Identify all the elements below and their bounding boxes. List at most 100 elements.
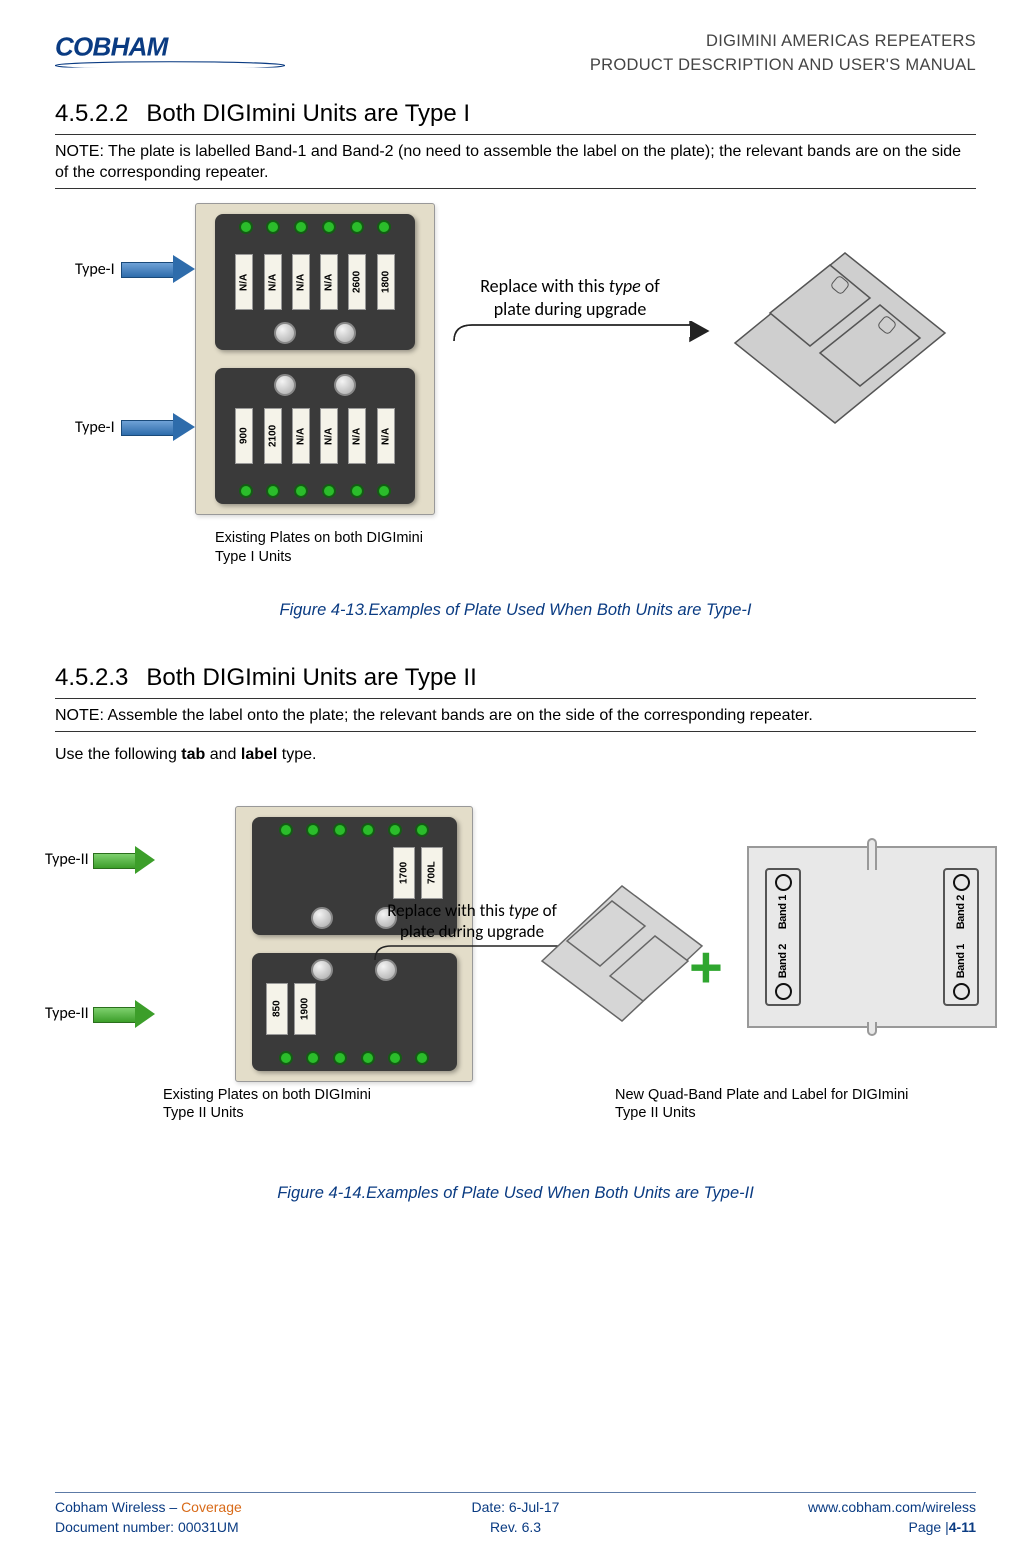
led-green-icon xyxy=(361,823,375,837)
screw-icon xyxy=(274,374,296,396)
figure-caption-1: Figure 4-13.Examples of Plate Used When … xyxy=(55,601,976,620)
slot-text: Band 1 xyxy=(955,944,967,978)
diagram-type-i: Type-I Type-I N/A N/A N/A N/A 2600 1800 xyxy=(55,203,976,583)
slot-hole-icon xyxy=(775,874,792,891)
footer-left-1: Cobham Wireless – Coverage xyxy=(55,1499,362,1515)
cobham-logo: COBHAM xyxy=(55,30,285,68)
divider xyxy=(55,731,976,732)
arrow-right-icon xyxy=(121,257,199,281)
slot-hole-icon xyxy=(953,874,970,891)
type-ii-label-top: Type-II xyxy=(45,848,159,872)
led-green-icon xyxy=(322,220,336,234)
chip-bottom-type-i: 900 2100 N/A N/A N/A N/A xyxy=(215,368,415,504)
label-slot-right: Band 2 Band 1 xyxy=(943,868,979,1006)
led-green-icon xyxy=(239,484,253,498)
diagram-type-ii: Type-II Type-II 1700 700L xyxy=(55,806,976,1166)
band-label: 900 xyxy=(235,408,253,464)
note-text: NOTE: Assemble the label onto the plate;… xyxy=(55,705,976,727)
type-i-label-top: Type-I xyxy=(75,257,199,281)
screw-icon xyxy=(311,907,333,929)
led-green-icon xyxy=(266,484,280,498)
arrow-right-green-icon xyxy=(93,1002,159,1026)
new-quad-plate: Band 1 Band 2 Band 2 Band 1 xyxy=(747,846,997,1028)
divider xyxy=(55,698,976,699)
band-label: 2600 xyxy=(348,254,366,310)
band-label: N/A xyxy=(320,408,338,464)
section-num: 4.5.2.3 xyxy=(55,664,128,692)
led-green-icon xyxy=(266,220,280,234)
led-green-icon xyxy=(388,823,402,837)
svg-text:COBHAM: COBHAM xyxy=(55,32,170,62)
label-slot-left: Band 1 Band 2 xyxy=(765,868,801,1006)
screw-icon xyxy=(274,322,296,344)
screw-icon xyxy=(311,959,333,981)
header-line1: DIGIMINI AMERICAS REPEATERS xyxy=(590,30,976,54)
led-green-icon xyxy=(279,823,293,837)
slot-text: Band 2 xyxy=(955,895,967,929)
section-title: Both DIGImini Units are Type II xyxy=(146,664,476,692)
page-footer: Cobham Wireless – Coverage Date: 6-Jul-1… xyxy=(55,1492,976,1535)
footer-page-num: Page |4-11 xyxy=(669,1519,976,1535)
header-line2: PRODUCT DESCRIPTION AND USER'S MANUAL xyxy=(590,54,976,78)
led-green-icon xyxy=(388,1051,402,1065)
slot-hole-icon xyxy=(775,983,792,1000)
arrow-right-green-icon xyxy=(93,848,159,872)
divider xyxy=(55,134,976,135)
led-green-icon xyxy=(350,484,364,498)
led-green-icon xyxy=(377,484,391,498)
led-green-icon xyxy=(361,1051,375,1065)
note-text: NOTE: The plate is labelled Band-1 and B… xyxy=(55,141,976,184)
band-label: N/A xyxy=(235,254,253,310)
caption-existing-i: Existing Plates on both DIGImini Type I … xyxy=(215,529,425,567)
band-label: 1900 xyxy=(294,983,316,1035)
footer-center-1: Date: 6-Jul-17 xyxy=(362,1499,669,1515)
band-label: N/A xyxy=(292,408,310,464)
band-label: N/A xyxy=(264,254,282,310)
header-title-block: DIGIMINI AMERICAS REPEATERS PRODUCT DESC… xyxy=(590,30,976,78)
type-i-label-bottom: Type-I xyxy=(75,415,199,439)
slot-text: Band 1 xyxy=(777,895,789,929)
led-green-icon xyxy=(279,1051,293,1065)
section-num: 4.5.2.2 xyxy=(55,100,128,128)
led-green-icon xyxy=(306,1051,320,1065)
section-title: Both DIGImini Units are Type I xyxy=(146,100,470,128)
led-green-icon xyxy=(415,1051,429,1065)
led-green-icon xyxy=(294,484,308,498)
led-green-icon xyxy=(239,220,253,234)
replace-text-i: Replace with this type ofplate during up… xyxy=(455,275,685,320)
band-label: N/A xyxy=(320,254,338,310)
footer-link[interactable]: www.cobham.com/wireless xyxy=(669,1499,976,1515)
led-green-icon xyxy=(333,823,347,837)
plus-icon: + xyxy=(689,934,723,1001)
chip-top-type-i: N/A N/A N/A N/A 2600 1800 xyxy=(215,214,415,350)
led-green-icon xyxy=(294,220,308,234)
caption-existing-ii: Existing Plates on both DIGImini Type II… xyxy=(163,1086,373,1124)
footer-center-2: Rev. 6.3 xyxy=(362,1519,669,1535)
band-label: N/A xyxy=(348,408,366,464)
slot-text: Band 2 xyxy=(777,944,789,978)
band-label: 850 xyxy=(266,983,288,1035)
band-label: N/A xyxy=(377,408,395,464)
band-label: 1800 xyxy=(377,254,395,310)
band-label: N/A xyxy=(292,254,310,310)
page-header: COBHAM DIGIMINI AMERICAS REPEATERS PRODU… xyxy=(55,30,976,78)
led-green-icon xyxy=(306,823,320,837)
slot-hole-icon xyxy=(953,983,970,1000)
screw-icon xyxy=(334,374,356,396)
led-green-icon xyxy=(322,484,336,498)
led-green-icon xyxy=(377,220,391,234)
band-label: 700L xyxy=(421,847,443,899)
caption-new-ii: New Quad-Band Plate and Label for DIGImi… xyxy=(615,1086,915,1124)
upgrade-plate-iso-icon xyxy=(715,193,975,493)
heading-4-5-2-3: 4.5.2.3 Both DIGImini Units are Type II xyxy=(55,664,976,692)
arrow-long-icon xyxy=(450,321,710,381)
divider xyxy=(55,188,976,189)
type-ii-label-bottom: Type-II xyxy=(45,1002,159,1026)
body-text: Use the following tab and label type. xyxy=(55,746,976,764)
led-green-icon xyxy=(333,1051,347,1065)
existing-plate-stack-i: N/A N/A N/A N/A 2600 1800 900 2100 N/A xyxy=(195,203,435,515)
led-green-icon xyxy=(415,823,429,837)
figure-caption-2: Figure 4-14.Examples of Plate Used When … xyxy=(55,1184,976,1203)
footer-left-2: Document number: 00031UM xyxy=(55,1519,362,1535)
led-green-icon xyxy=(350,220,364,234)
